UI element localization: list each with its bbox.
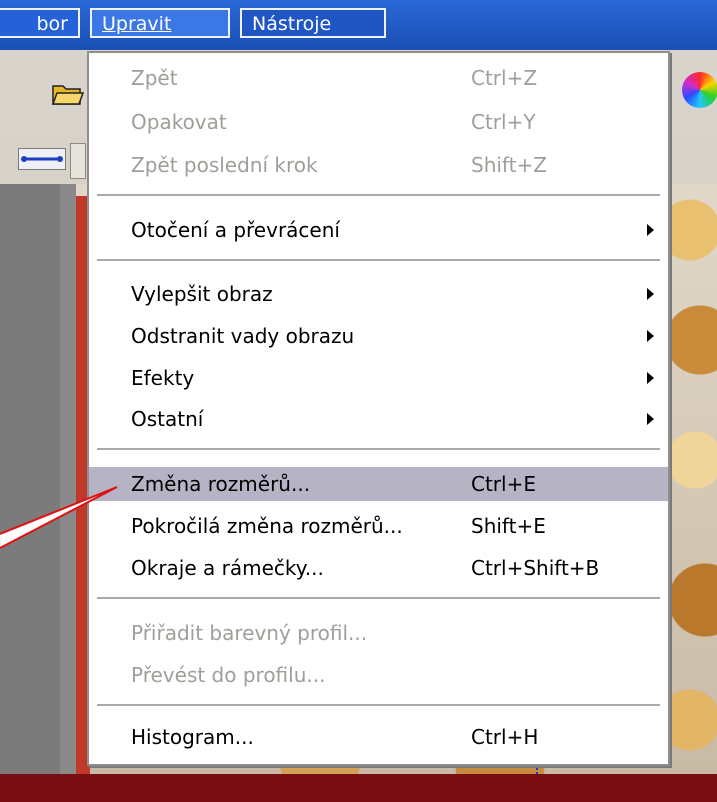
- menu-item-undo-last-step[interactable]: Zpět poslední krok Shift+Z: [89, 148, 668, 182]
- menu-item-label: Převést do profilu...: [131, 663, 326, 687]
- menu-item-label: Pokročilá změna rozměrů...: [131, 514, 403, 538]
- menu-item-advanced-resize[interactable]: Pokročilá změna rozměrů... Shift+E: [89, 509, 668, 543]
- menu-item-convert-to-profile[interactable]: Převést do profilu...: [89, 658, 668, 692]
- menu-separator: [97, 448, 660, 450]
- submenu-arrow-icon: [647, 288, 654, 300]
- menu-separator: [97, 704, 660, 706]
- menu-item-shortcut: Ctrl+E: [471, 472, 536, 496]
- color-wheel-icon[interactable]: [682, 72, 717, 108]
- menu-item-label: Zpět poslední krok: [131, 153, 318, 177]
- left-panel-strip: [60, 184, 76, 774]
- menu-item-label: Zpět: [131, 66, 178, 90]
- submenu-arrow-icon: [647, 330, 654, 342]
- submenu-arrow-icon: [647, 413, 654, 425]
- menu-soubor[interactable]: bor: [0, 8, 80, 38]
- menu-item-shortcut: Ctrl+Shift+B: [471, 556, 600, 580]
- open-folder-icon[interactable]: [52, 80, 84, 106]
- menu-separator: [97, 194, 660, 196]
- toolbar-handle[interactable]: [70, 143, 86, 179]
- menu-item-label: Okraje a rámečky...: [131, 556, 324, 580]
- menu-item-label: Vylepšit obraz: [131, 282, 273, 306]
- submenu-arrow-icon: [647, 224, 654, 236]
- menu-item-shortcut: Ctrl+H: [471, 725, 539, 749]
- menu-item-resize[interactable]: Změna rozměrů... Ctrl+E: [89, 467, 668, 501]
- menu-item-enhance[interactable]: Vylepšit obraz: [89, 277, 668, 311]
- menu-item-effects[interactable]: Efekty: [89, 361, 668, 395]
- submenu-arrow-icon: [647, 372, 654, 384]
- menu-item-histogram[interactable]: Histogram... Ctrl+H: [89, 720, 668, 754]
- menu-item-assign-color-profile[interactable]: Přiřadit barevný profil...: [89, 616, 668, 650]
- menu-item-undo[interactable]: Zpět Ctrl+Z: [89, 61, 668, 95]
- menu-item-label: Opakovat: [131, 110, 227, 134]
- menu-item-label: Odstranit vady obrazu: [131, 324, 355, 348]
- menu-separator: [97, 597, 660, 599]
- menu-item-shortcut: Ctrl+Z: [471, 66, 538, 90]
- menu-item-other[interactable]: Ostatní: [89, 402, 668, 436]
- menu-upravit[interactable]: Upravit: [90, 8, 230, 38]
- menu-item-rotate-flip[interactable]: Otočení a převrácení: [89, 213, 668, 247]
- menu-item-label: Otočení a převrácení: [131, 218, 340, 242]
- menu-item-shortcut: Shift+Z: [471, 153, 547, 177]
- edit-menu-dropdown: Zpět Ctrl+Z Opakovat Ctrl+Y Zpět posledn…: [87, 51, 670, 766]
- menu-item-label: Efekty: [131, 366, 195, 390]
- menu-item-label: Ostatní: [131, 407, 204, 431]
- menu-item-shortcut: Shift+E: [471, 514, 546, 538]
- menu-item-redo[interactable]: Opakovat Ctrl+Y: [89, 105, 668, 139]
- menu-item-label: Změna rozměrů...: [131, 472, 311, 496]
- menu-item-borders-frames[interactable]: Okraje a rámečky... Ctrl+Shift+B: [89, 551, 668, 585]
- menu-item-shortcut: Ctrl+Y: [471, 110, 536, 134]
- menu-item-label: Přiřadit barevný profil...: [131, 621, 368, 645]
- line-tool-icon[interactable]: [18, 148, 66, 170]
- menu-nastroje[interactable]: Nástroje: [240, 8, 386, 38]
- menu-separator: [97, 259, 660, 261]
- menu-item-label: Histogram...: [131, 725, 254, 749]
- menu-item-remove-defects[interactable]: Odstranit vady obrazu: [89, 319, 668, 353]
